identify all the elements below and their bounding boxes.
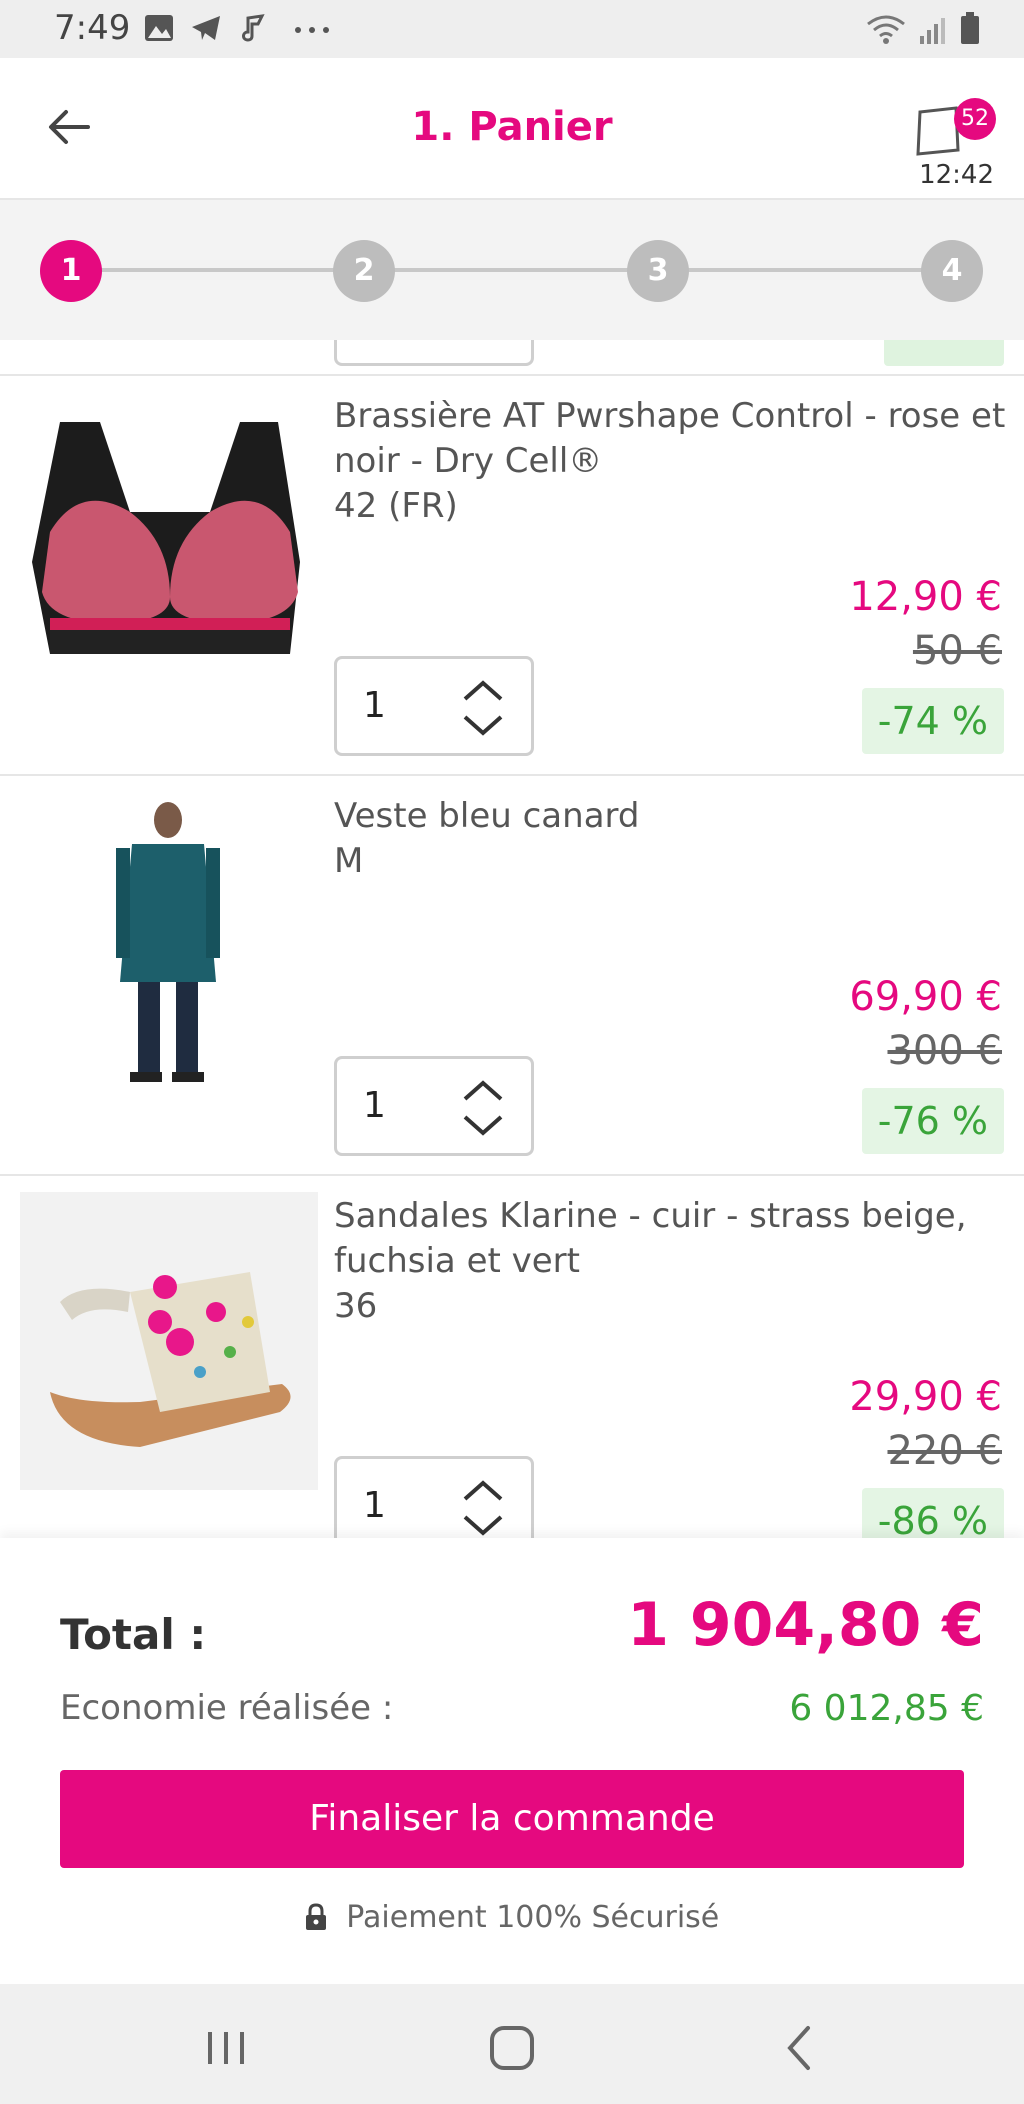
order-summary-panel: Total : 1 904,80 € Economie réalisée : 6… xyxy=(0,1538,1024,1984)
product-price: 29,90 € xyxy=(849,1374,1002,1420)
product-title[interactable]: Brassière AT Pwrshape Control - rose et … xyxy=(334,396,1005,481)
cart-timer: 12:42 xyxy=(919,160,994,190)
product-price: 12,90 € xyxy=(849,574,1002,620)
savings-value: 6 012,85 € xyxy=(789,1688,984,1729)
discount-badge: -86 % xyxy=(861,1488,1004,1538)
product-image-sports-bra[interactable] xyxy=(20,392,318,690)
app-header: 1. Panier 52 12:42 xyxy=(0,58,1024,200)
discount-badge: -76 % xyxy=(861,1088,1004,1154)
wifi-icon xyxy=(867,15,905,44)
total-value: 1 904,80 € xyxy=(627,1590,984,1660)
quantity-stepper[interactable]: 1 xyxy=(334,656,534,756)
previous-item-partial xyxy=(0,340,1024,376)
step-2[interactable]: 2 xyxy=(333,240,395,302)
nav-back-icon[interactable] xyxy=(770,2018,830,2078)
step-3[interactable]: 3 xyxy=(627,240,689,302)
savings-label: Economie réalisée : xyxy=(60,1688,394,1728)
product-title[interactable]: Veste bleu canard xyxy=(334,796,640,836)
discount-badge: -74 % xyxy=(861,688,1004,754)
total-label: Total : xyxy=(60,1610,207,1659)
step-1[interactable]: 1 xyxy=(40,240,102,302)
checkout-button[interactable]: Finaliser la commande xyxy=(60,1770,964,1868)
product-image-sandals[interactable] xyxy=(20,1192,318,1490)
quantity-up-down-icon[interactable] xyxy=(461,1475,505,1538)
quantity-stepper[interactable]: 1 xyxy=(334,1456,534,1538)
step-4[interactable]: 4 xyxy=(921,240,983,302)
cart-item: Sandales Klarine - cuir - strass beige, … xyxy=(0,1176,1024,1538)
product-image-jacket[interactable] xyxy=(20,792,318,1090)
more-dots-icon xyxy=(295,27,329,33)
discount-badge-partial xyxy=(884,340,1004,366)
page-title: 1. Panier xyxy=(411,104,613,150)
status-time: 7:49 xyxy=(54,8,131,48)
checkout-stepper: 1 2 3 4 xyxy=(0,200,1024,340)
home-icon[interactable] xyxy=(482,2018,542,2078)
status-bar: 7:49 xyxy=(0,0,1024,58)
product-old-price: 220 € xyxy=(887,1428,1002,1474)
cart-item: Veste bleu canard M 69,90 € 300 € -76 % … xyxy=(0,776,1024,1176)
product-name[interactable]: Brassière AT Pwrshape Control - rose et … xyxy=(334,394,1010,529)
product-old-price: 50 € xyxy=(912,628,1002,674)
product-size: 42 (FR) xyxy=(334,486,458,526)
secure-payment-label: Paiement 100% Sécurisé xyxy=(346,1900,720,1935)
system-navigation-bar xyxy=(0,1984,1024,2104)
stepper-line xyxy=(72,268,952,272)
quantity-value[interactable]: 1 xyxy=(363,1085,386,1126)
quantity-up-down-icon[interactable] xyxy=(461,1075,505,1141)
quantity-up-down-icon[interactable] xyxy=(461,675,505,741)
cart-count-badge[interactable]: 52 xyxy=(954,98,996,140)
quantity-value[interactable]: 1 xyxy=(363,1485,386,1526)
battery-icon xyxy=(961,12,979,44)
product-price: 69,90 € xyxy=(849,974,1002,1020)
music-icon xyxy=(242,14,265,42)
cart-items-list[interactable]: Brassière AT Pwrshape Control - rose et … xyxy=(0,340,1024,1538)
telegram-icon xyxy=(192,16,220,40)
signal-icon xyxy=(920,18,945,44)
product-old-price: 300 € xyxy=(887,1028,1002,1074)
lock-icon xyxy=(305,1903,326,1930)
product-name[interactable]: Veste bleu canard M xyxy=(334,794,1010,884)
quantity-stepper-partial[interactable] xyxy=(334,340,534,366)
quantity-stepper[interactable]: 1 xyxy=(334,1056,534,1156)
quantity-value[interactable]: 1 xyxy=(363,685,386,726)
product-name[interactable]: Sandales Klarine - cuir - strass beige, … xyxy=(334,1194,1010,1329)
cart-item: Brassière AT Pwrshape Control - rose et … xyxy=(0,376,1024,776)
product-title[interactable]: Sandales Klarine - cuir - strass beige, … xyxy=(334,1196,967,1281)
product-size: M xyxy=(334,841,364,881)
secure-payment-note: Paiement 100% Sécurisé xyxy=(0,1900,1024,1935)
recent-apps-icon[interactable] xyxy=(196,2018,256,2078)
gallery-icon xyxy=(145,15,173,41)
product-size: 36 xyxy=(334,1286,378,1326)
